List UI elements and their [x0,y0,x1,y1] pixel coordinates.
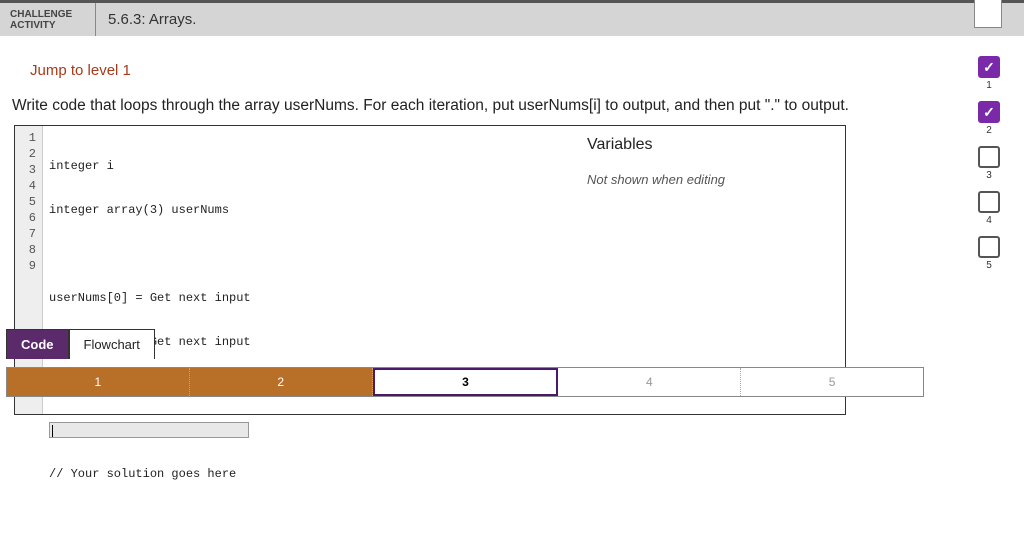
variables-heading: Variables [587,136,833,154]
side-level-5[interactable] [978,236,1000,258]
badge-line1: CHALLENGE [10,9,95,20]
code-line[interactable]: userNums[0] = Get next input [49,290,251,306]
editor-tabs: Code Flowchart [6,329,155,359]
code-line[interactable]: integer i [49,158,251,174]
variables-note: Not shown when editing [587,172,833,187]
code-line[interactable] [49,246,251,262]
code-line[interactable]: integer array(3) userNums [49,202,251,218]
line-number: 9 [21,258,36,274]
progress-seg-4[interactable]: 4 [558,368,741,396]
activity-badge: CHALLENGE ACTIVITY [0,3,96,36]
line-number: 6 [21,210,36,226]
text-cursor-icon[interactable] [49,422,249,438]
jump-to-level-link[interactable]: Jump to level 1 [30,62,1016,79]
progress-seg-2[interactable]: 2 [190,368,373,396]
side-level-3-label: 3 [986,170,992,181]
challenge-header: CHALLENGE ACTIVITY 5.6.3: Arrays. [0,0,1024,36]
side-level-3[interactable] [978,146,1000,168]
line-number: 1 [21,130,36,146]
level-side-tracker: 1 2 3 4 5 [976,56,1002,279]
progress-seg-5[interactable]: 5 [741,368,923,396]
code-line[interactable] [49,510,251,526]
line-number: 3 [21,162,36,178]
line-number: 8 [21,242,36,258]
line-number: 7 [21,226,36,242]
prompt-text: Write code that loops through the array … [12,97,1016,115]
progress-seg-3[interactable]: 3 [373,368,559,396]
activity-title: 5.6.3: Arrays. [96,3,196,36]
side-level-1-label: 1 [986,80,992,91]
side-level-5-label: 5 [986,260,992,271]
code-line[interactable] [49,422,251,438]
line-number: 2 [21,146,36,162]
line-number: 4 [21,178,36,194]
side-level-4[interactable] [978,191,1000,213]
side-level-2-label: 2 [986,125,992,136]
side-level-1[interactable] [978,56,1000,78]
badge-line2: ACTIVITY [10,20,95,31]
page-corner-icon [974,0,1002,28]
line-number: 5 [21,194,36,210]
level-progress-bar: 1 2 3 4 5 [6,367,924,397]
progress-seg-1[interactable]: 1 [7,368,190,396]
side-level-2[interactable] [978,101,1000,123]
side-level-4-label: 4 [986,215,992,226]
code-line[interactable]: // Your solution goes here [49,466,251,482]
tab-code[interactable]: Code [6,329,69,359]
tab-flowchart[interactable]: Flowchart [69,329,155,359]
